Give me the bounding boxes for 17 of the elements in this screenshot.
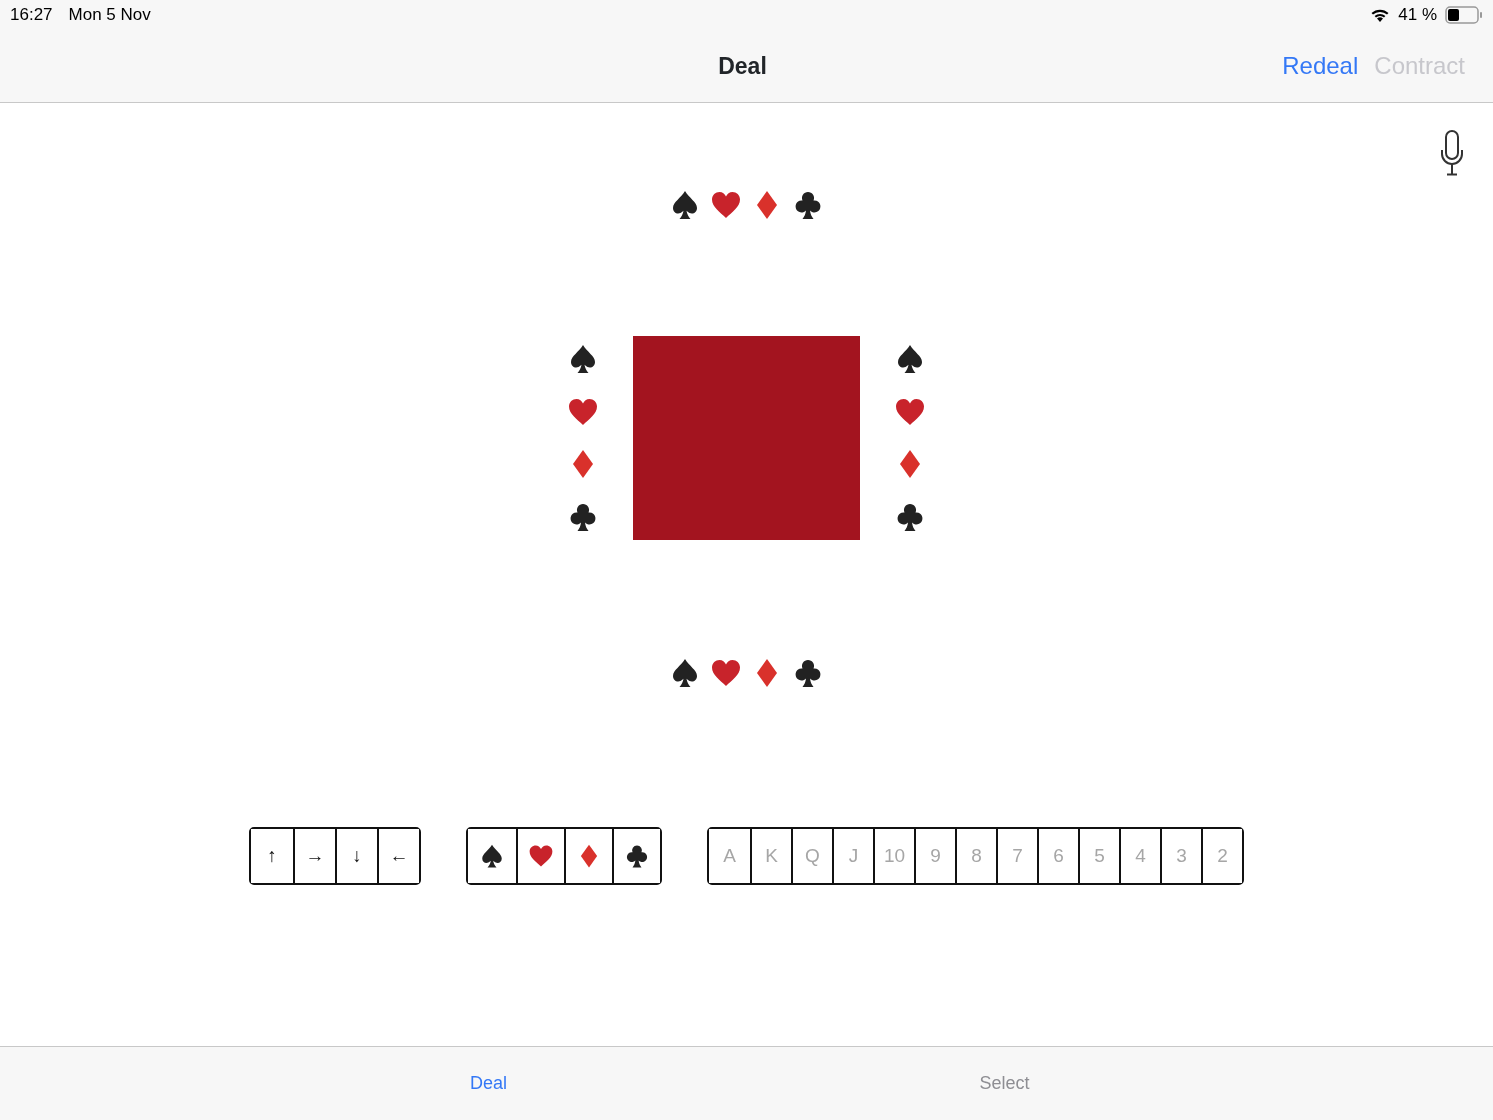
heart-icon [710, 189, 742, 221]
status-date: Mon 5 Nov [68, 4, 151, 27]
spade-icon [479, 843, 505, 869]
tab[interactable]: Deal [230, 1047, 747, 1120]
wifi-icon [1370, 7, 1391, 23]
heart-icon [710, 657, 742, 689]
microphone-icon [1439, 130, 1465, 176]
arrow-key[interactable]: ← [377, 829, 419, 883]
club-icon [624, 843, 650, 869]
nav-title: Deal [718, 51, 767, 81]
heart-icon [528, 843, 554, 869]
battery-icon [1445, 6, 1483, 24]
tab[interactable]: Select [746, 1047, 1263, 1120]
battery-percent: 41 % [1398, 4, 1437, 27]
nav-button[interactable]: Redeal [1282, 48, 1359, 84]
suit-key[interactable] [612, 829, 660, 883]
status-time: 16:27 [10, 4, 53, 27]
